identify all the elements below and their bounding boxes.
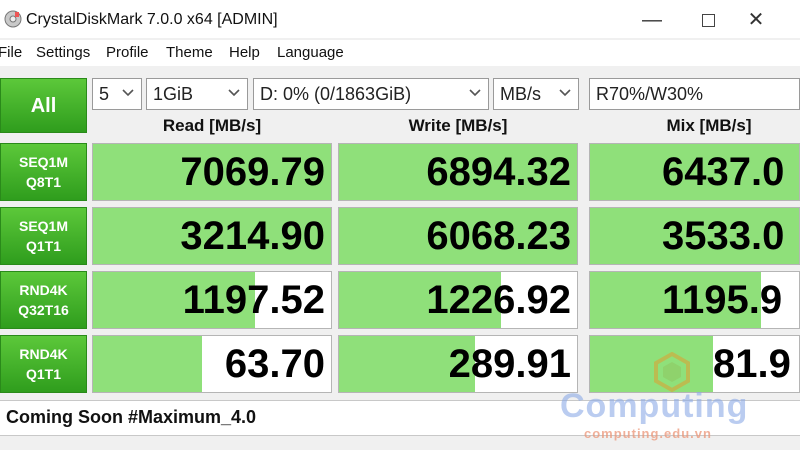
write-value: 289.91 — [448, 342, 571, 386]
write-value: 6068.23 — [426, 214, 571, 258]
menu-file[interactable]: File — [0, 44, 22, 61]
write-column-header: Write [MB/s] — [408, 116, 508, 135]
write-result: 289.91 — [338, 335, 578, 393]
crystaldiskmark-window: CrystalDiskMark 7.0.0 x64 [ADMIN] — ✕ Fi… — [0, 0, 800, 450]
read-column-header: Read [MB/s] — [162, 116, 262, 135]
chevron-down-icon — [469, 89, 481, 97]
app-disk-icon — [4, 10, 22, 28]
watermark-title: Computing — [560, 387, 749, 425]
mix-value: 81.9 — [713, 342, 791, 386]
read-result: 63.70 — [92, 335, 332, 393]
mix-value: 6437.0 — [662, 150, 785, 194]
test-queue: Q32T16 — [18, 302, 69, 318]
write-result: 6068.23 — [338, 207, 578, 265]
write-result: 1226.92 — [338, 271, 578, 329]
chevron-down-icon — [559, 89, 571, 97]
read-result: 1197.52 — [92, 271, 332, 329]
menu-profile[interactable]: Profile — [106, 44, 149, 61]
all-button[interactable]: All — [0, 78, 87, 133]
write-value: 1226.92 — [426, 278, 571, 322]
watermark-logo — [654, 352, 690, 392]
read-value: 7069.79 — [180, 150, 325, 194]
test-name: SEQ1M — [18, 154, 68, 170]
read-result: 7069.79 — [92, 143, 332, 201]
test-size-value: 1GiB — [153, 84, 194, 104]
maximize-button[interactable] — [688, 6, 728, 34]
test-queue: Q1T1 — [25, 238, 61, 254]
drive-value: D: 0% (0/1863GiB) — [260, 84, 412, 104]
title-bar: CrystalDiskMark 7.0.0 x64 [ADMIN] — ✕ — [0, 0, 800, 38]
unit-select[interactable]: MB/s — [493, 78, 579, 110]
menu-language[interactable]: Language — [277, 44, 344, 61]
close-button[interactable]: ✕ — [736, 6, 776, 34]
menu-settings[interactable]: Settings — [36, 44, 90, 61]
read-bar — [93, 336, 203, 392]
write-result: 6894.32 — [338, 143, 578, 201]
mix-ratio-field[interactable]: R70%/W30% — [589, 78, 800, 110]
minimize-button[interactable]: — — [632, 6, 672, 34]
drive-select[interactable]: D: 0% (0/1863GiB) — [253, 78, 489, 110]
mix-value: 3533.0 — [662, 214, 785, 258]
chevron-down-icon — [122, 89, 134, 97]
watermark-url: computing.edu.vn — [584, 426, 712, 441]
test-name: SEQ1M — [18, 218, 68, 234]
menu-help[interactable]: Help — [229, 44, 260, 61]
read-result: 3214.90 — [92, 207, 332, 265]
test-button-seq1m-q8t1[interactable]: SEQ1M Q8T1 — [0, 143, 87, 201]
mix-result: 1195.9 — [589, 271, 800, 329]
test-name: RND4K — [19, 346, 68, 362]
test-queue: Q1T1 — [25, 366, 61, 382]
read-value: 63.70 — [224, 342, 325, 386]
menu-bar: File Settings Profile Theme Help Languag… — [0, 40, 800, 66]
read-value: 1197.52 — [182, 278, 325, 322]
maximize-icon — [701, 14, 715, 28]
comment-text: Coming Soon #Maximum_4.0 — [6, 407, 257, 427]
test-button-rnd4k-q32t16[interactable]: RND4K Q32T16 — [0, 271, 87, 329]
mix-value: 1195.9 — [662, 278, 783, 322]
test-count-value: 5 — [99, 84, 110, 104]
chevron-down-icon — [228, 89, 240, 97]
mix-result: 81.9 — [589, 335, 800, 393]
test-queue: Q8T1 — [25, 174, 61, 190]
test-size-select[interactable]: 1GiB — [146, 78, 248, 110]
test-button-rnd4k-q1t1[interactable]: RND4K Q1T1 — [0, 335, 87, 393]
write-value: 6894.32 — [426, 150, 571, 194]
unit-value: MB/s — [500, 84, 542, 104]
mix-result: 3533.0 — [589, 207, 800, 265]
mix-column-header: Mix [MB/s] — [666, 116, 752, 135]
test-name: RND4K — [19, 282, 68, 298]
test-button-seq1m-q1t1[interactable]: SEQ1M Q1T1 — [0, 207, 87, 265]
window-title: CrystalDiskMark 7.0.0 x64 [ADMIN] — [26, 11, 278, 28]
mix-result: 6437.0 — [589, 143, 800, 201]
mix-ratio-value: R70%/W30% — [596, 84, 704, 104]
test-count-select[interactable]: 5 — [92, 78, 142, 110]
read-value: 3214.90 — [180, 214, 325, 258]
menu-theme[interactable]: Theme — [166, 44, 213, 61]
